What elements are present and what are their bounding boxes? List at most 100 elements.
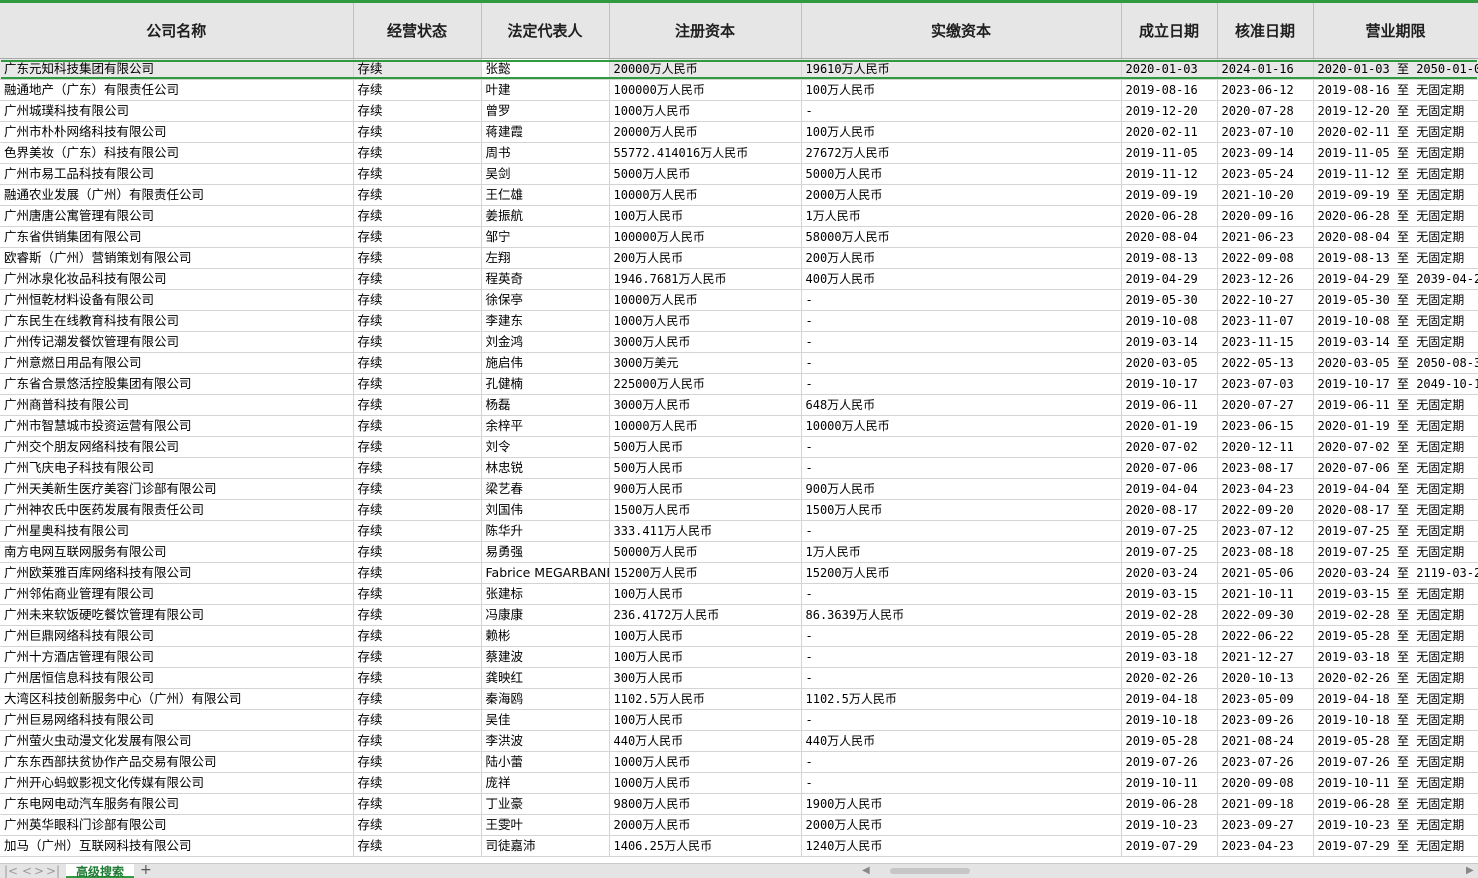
table-cell[interactable]: -: [801, 331, 1122, 353]
table-cell[interactable]: 2019-09-19: [1121, 184, 1218, 206]
table-cell[interactable]: 刘令: [481, 436, 610, 458]
table-cell[interactable]: 施启伟: [481, 352, 610, 374]
table-cell[interactable]: 存续: [353, 709, 482, 731]
table-cell[interactable]: 100万人民币: [609, 709, 802, 731]
scroll-right-icon[interactable]: ▶: [1466, 864, 1474, 878]
table-cell[interactable]: 2019-03-18: [1121, 646, 1218, 668]
table-cell[interactable]: 2019-08-13: [1121, 247, 1218, 269]
table-cell[interactable]: 2020-08-04: [1121, 226, 1218, 248]
table-cell[interactable]: 2022-06-22: [1217, 625, 1314, 647]
table-cell[interactable]: 广州未来软饭硬吃餐饮管理有限公司: [0, 604, 354, 626]
table-cell[interactable]: 2023-04-23: [1217, 835, 1314, 857]
table-cell[interactable]: 庞祥: [481, 772, 610, 794]
table-cell[interactable]: 10000万人民币: [609, 289, 802, 311]
table-cell[interactable]: 2019-02-28 至 无固定期: [1313, 604, 1478, 626]
table-cell[interactable]: 1946.7681万人民币: [609, 268, 802, 290]
table-cell[interactable]: 加马（广州）互联网科技有限公司: [0, 835, 354, 857]
table-cell[interactable]: 2020-01-19: [1121, 415, 1218, 437]
table-cell[interactable]: 2019-08-16: [1121, 79, 1218, 101]
table-cell[interactable]: 2023-08-18: [1217, 541, 1314, 563]
table-cell[interactable]: 50000万人民币: [609, 541, 802, 563]
table-cell[interactable]: 广州意燃日用品有限公司: [0, 352, 354, 374]
table-cell[interactable]: 200万人民币: [801, 247, 1122, 269]
table-cell[interactable]: 刘金鸿: [481, 331, 610, 353]
table-cell[interactable]: 2019-08-13 至 无固定期: [1313, 247, 1478, 269]
table-cell[interactable]: 存续: [353, 772, 482, 794]
table-cell[interactable]: 林忠锐: [481, 457, 610, 479]
table-cell[interactable]: 广州居恒信息科技有限公司: [0, 667, 354, 689]
table-cell[interactable]: 1500万人民币: [801, 499, 1122, 521]
table-cell[interactable]: 广东电网电动汽车服务有限公司: [0, 793, 354, 815]
table-cell[interactable]: 周书: [481, 142, 610, 164]
table-cell[interactable]: 2020-03-05 至 2050-08-3: [1313, 352, 1478, 374]
table-cell[interactable]: -: [801, 100, 1122, 122]
table-cell[interactable]: 存续: [353, 331, 482, 353]
table-cell[interactable]: 2019-07-26 至 无固定期: [1313, 751, 1478, 773]
table-cell[interactable]: 2019-05-28: [1121, 625, 1218, 647]
table-cell[interactable]: 广东民生在线教育科技有限公司: [0, 310, 354, 332]
table-cell[interactable]: 333.411万人民币: [609, 520, 802, 542]
table-cell[interactable]: 2020-02-11 至 无固定期: [1313, 121, 1478, 143]
table-cell[interactable]: 曾罗: [481, 100, 610, 122]
table-cell[interactable]: -: [801, 751, 1122, 773]
first-sheet-icon[interactable]: |<: [4, 864, 18, 878]
table-cell[interactable]: 3000万人民币: [609, 394, 802, 416]
table-cell[interactable]: -: [801, 583, 1122, 605]
table-cell[interactable]: -: [801, 520, 1122, 542]
table-cell[interactable]: 2021-09-18: [1217, 793, 1314, 815]
table-cell[interactable]: Fabrice MEGARBANE: [481, 562, 610, 584]
table-cell[interactable]: 2019-10-18: [1121, 709, 1218, 731]
table-cell[interactable]: 2021-08-24: [1217, 730, 1314, 752]
table-cell[interactable]: 广州天美新生医疗美容门诊部有限公司: [0, 478, 354, 500]
table-cell[interactable]: 2019-04-29 至 2039-04-2: [1313, 268, 1478, 290]
table-cell[interactable]: 李建东: [481, 310, 610, 332]
table-cell[interactable]: 2019-10-17 至 2049-10-1: [1313, 373, 1478, 395]
table-cell[interactable]: 2023-07-03: [1217, 373, 1314, 395]
table-cell[interactable]: 2019-10-08: [1121, 310, 1218, 332]
table-cell[interactable]: 2019-04-29: [1121, 268, 1218, 290]
table-cell[interactable]: 2020-02-26: [1121, 667, 1218, 689]
table-cell[interactable]: 1500万人民币: [609, 499, 802, 521]
table-cell[interactable]: 2023-06-15: [1217, 415, 1314, 437]
table-cell[interactable]: 蔡建波: [481, 646, 610, 668]
table-cell[interactable]: 广州传记潮发餐饮管理有限公司: [0, 331, 354, 353]
table-cell[interactable]: 2020-07-27: [1217, 394, 1314, 416]
table-cell[interactable]: 10000万人民币: [609, 184, 802, 206]
table-cell[interactable]: 存续: [353, 499, 482, 521]
table-cell[interactable]: 广州飞庆电子科技有限公司: [0, 457, 354, 479]
table-cell[interactable]: 2021-10-20: [1217, 184, 1314, 206]
table-cell[interactable]: 2019-04-04: [1121, 478, 1218, 500]
table-cell[interactable]: 2020-01-19 至 无固定期: [1313, 415, 1478, 437]
table-cell[interactable]: 300万人民币: [609, 667, 802, 689]
table-cell[interactable]: 丁业豪: [481, 793, 610, 815]
table-cell[interactable]: 存续: [353, 373, 482, 395]
table-cell[interactable]: 南方电网互联网服务有限公司: [0, 541, 354, 563]
table-cell[interactable]: 存续: [353, 226, 482, 248]
table-cell[interactable]: 5000万人民币: [801, 163, 1122, 185]
table-cell[interactable]: 10000万人民币: [801, 415, 1122, 437]
table-cell[interactable]: 2019-09-19 至 无固定期: [1313, 184, 1478, 206]
table-cell[interactable]: 2019-05-28 至 无固定期: [1313, 625, 1478, 647]
table-cell[interactable]: 2019-03-18 至 无固定期: [1313, 646, 1478, 668]
column-header[interactable]: 法定代表人: [481, 3, 610, 59]
table-cell[interactable]: 2019-04-04 至 无固定期: [1313, 478, 1478, 500]
table-cell[interactable]: 融通农业发展（广州）有限责任公司: [0, 184, 354, 206]
table-cell[interactable]: 存续: [353, 730, 482, 752]
table-cell[interactable]: 2020-02-11: [1121, 121, 1218, 143]
table-cell[interactable]: -: [801, 436, 1122, 458]
table-cell[interactable]: 赖彬: [481, 625, 610, 647]
table-cell[interactable]: 2019-05-28 至 无固定期: [1313, 730, 1478, 752]
table-cell[interactable]: 2020-09-16: [1217, 205, 1314, 227]
table-cell[interactable]: 2019-05-30: [1121, 289, 1218, 311]
table-cell[interactable]: 2023-11-07: [1217, 310, 1314, 332]
table-cell[interactable]: 司徒嘉沛: [481, 835, 610, 857]
table-cell[interactable]: 2023-05-09: [1217, 688, 1314, 710]
table-cell[interactable]: 2019-11-12: [1121, 163, 1218, 185]
table-cell[interactable]: 存续: [353, 289, 482, 311]
table-cell[interactable]: 2019-05-30 至 无固定期: [1313, 289, 1478, 311]
table-cell[interactable]: 2022-09-20: [1217, 499, 1314, 521]
table-cell[interactable]: 2020-08-04 至 无固定期: [1313, 226, 1478, 248]
table-cell[interactable]: 1102.5万人民币: [609, 688, 802, 710]
column-header[interactable]: 注册资本: [609, 3, 802, 59]
table-cell[interactable]: 19610万人民币: [801, 58, 1122, 80]
